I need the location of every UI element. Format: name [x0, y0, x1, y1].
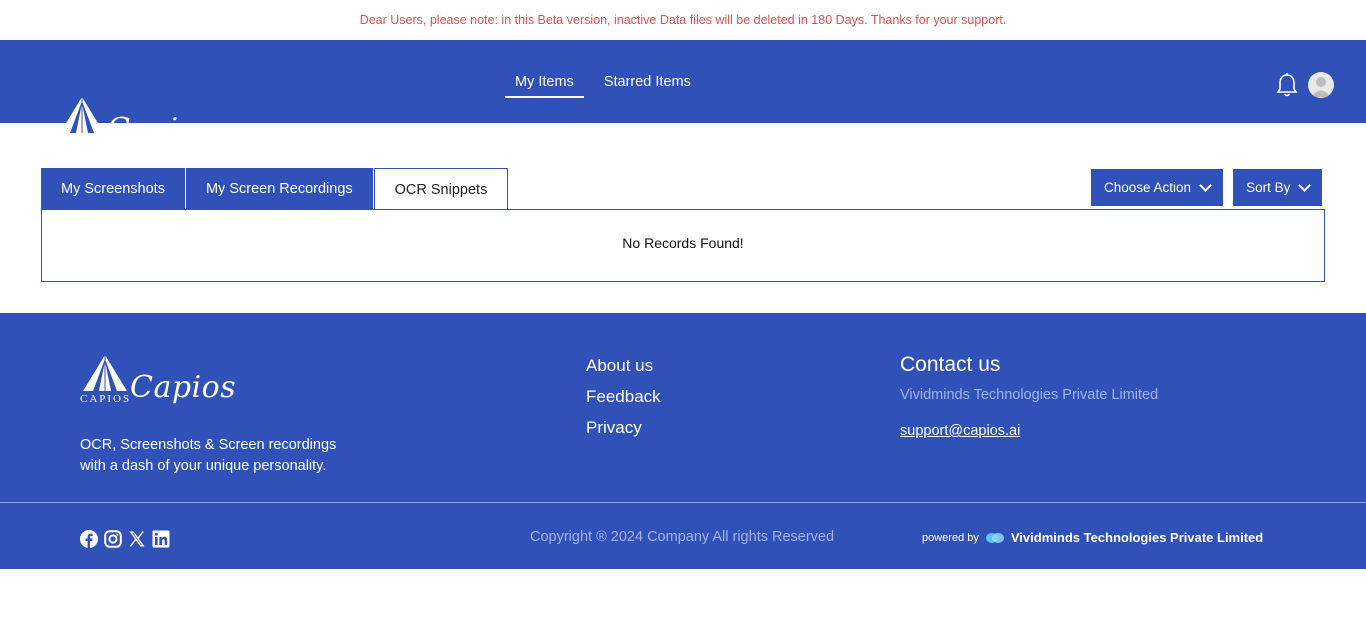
list-controls: Choose Action Sort By	[1091, 169, 1323, 206]
facebook-icon[interactable]	[80, 530, 98, 548]
items-tabs: My Screenshots My Screen Recordings OCR …	[41, 168, 509, 210]
logo-script-text: Capios	[107, 112, 214, 147]
beta-notice-text: Dear Users, please note: in this Beta ve…	[359, 13, 1007, 27]
linkedin-icon[interactable]	[152, 530, 170, 548]
company-name: Vividminds Technologies Private Limited	[900, 387, 1159, 403]
tagline-line-1: OCR, Screenshots & Screen recordings	[80, 437, 337, 453]
feedback-link[interactable]: Feedback	[586, 386, 661, 407]
choose-action-label: Choose Action	[1104, 180, 1192, 195]
top-header: Capios CAPIOS My Items Starred Items	[0, 40, 1366, 147]
sort-by-label: Sort By	[1246, 180, 1291, 195]
instagram-icon[interactable]	[104, 530, 122, 548]
capios-logo[interactable]: Capios CAPIOS	[57, 95, 214, 147]
privacy-link[interactable]: Privacy	[586, 417, 661, 438]
support-email-link[interactable]: support@capios.ai	[900, 423, 1020, 439]
chevron-down-icon	[1298, 178, 1312, 192]
vividminds-logo-icon	[985, 532, 1004, 543]
copyright-text: Copyright ® 2024 Company All rights Rese…	[530, 529, 835, 545]
social-links	[80, 530, 170, 548]
logo-script-text: Capios	[130, 370, 237, 405]
main-nav: My Items Starred Items	[505, 74, 701, 98]
logo-small-text: CAPIOS	[80, 393, 132, 405]
site-footer: Capios CAPIOS OCR, Screenshots & Screen …	[0, 313, 1366, 569]
choose-action-dropdown[interactable]: Choose Action	[1091, 169, 1224, 206]
footer-tagline: OCR, Screenshots & Screen recordings wit…	[80, 435, 336, 477]
nav-my-items[interactable]: My Items	[505, 74, 584, 98]
avatar-icon[interactable]	[1308, 72, 1334, 98]
tab-ocr-snippets[interactable]: OCR Snippets	[373, 168, 509, 210]
tagline-line-2: with a dash of your unique personality.	[80, 458, 327, 474]
footer-capios-logo[interactable]: Capios CAPIOS	[80, 353, 237, 405]
powered-by: powered by Vividminds Technologies Priva…	[922, 530, 1263, 545]
chevron-down-icon	[1199, 178, 1212, 192]
beta-notice-banner: Dear Users, please note: in this Beta ve…	[0, 0, 1366, 40]
nav-starred-items[interactable]: Starred Items	[604, 74, 701, 98]
footer-divider	[0, 502, 1366, 503]
footer-links: About us Feedback Privacy	[586, 355, 661, 438]
sort-by-dropdown[interactable]: Sort By	[1233, 169, 1323, 206]
powered-by-company[interactable]: Vividminds Technologies Private Limited	[1011, 530, 1263, 545]
about-us-link[interactable]: About us	[586, 355, 661, 376]
x-icon[interactable]	[128, 530, 146, 548]
bell-icon[interactable]	[1275, 72, 1299, 98]
powered-by-label: powered by	[922, 531, 979, 544]
empty-state-message: No Records Found!	[622, 235, 744, 251]
logo-small-text: CAPIOS	[57, 135, 109, 147]
tab-my-screen-recordings[interactable]: My Screen Recordings	[185, 168, 374, 210]
records-panel: No Records Found!	[41, 209, 1325, 282]
tab-my-screenshots[interactable]: My Screenshots	[41, 168, 186, 210]
contact-us-heading: Contact us	[900, 353, 1001, 376]
